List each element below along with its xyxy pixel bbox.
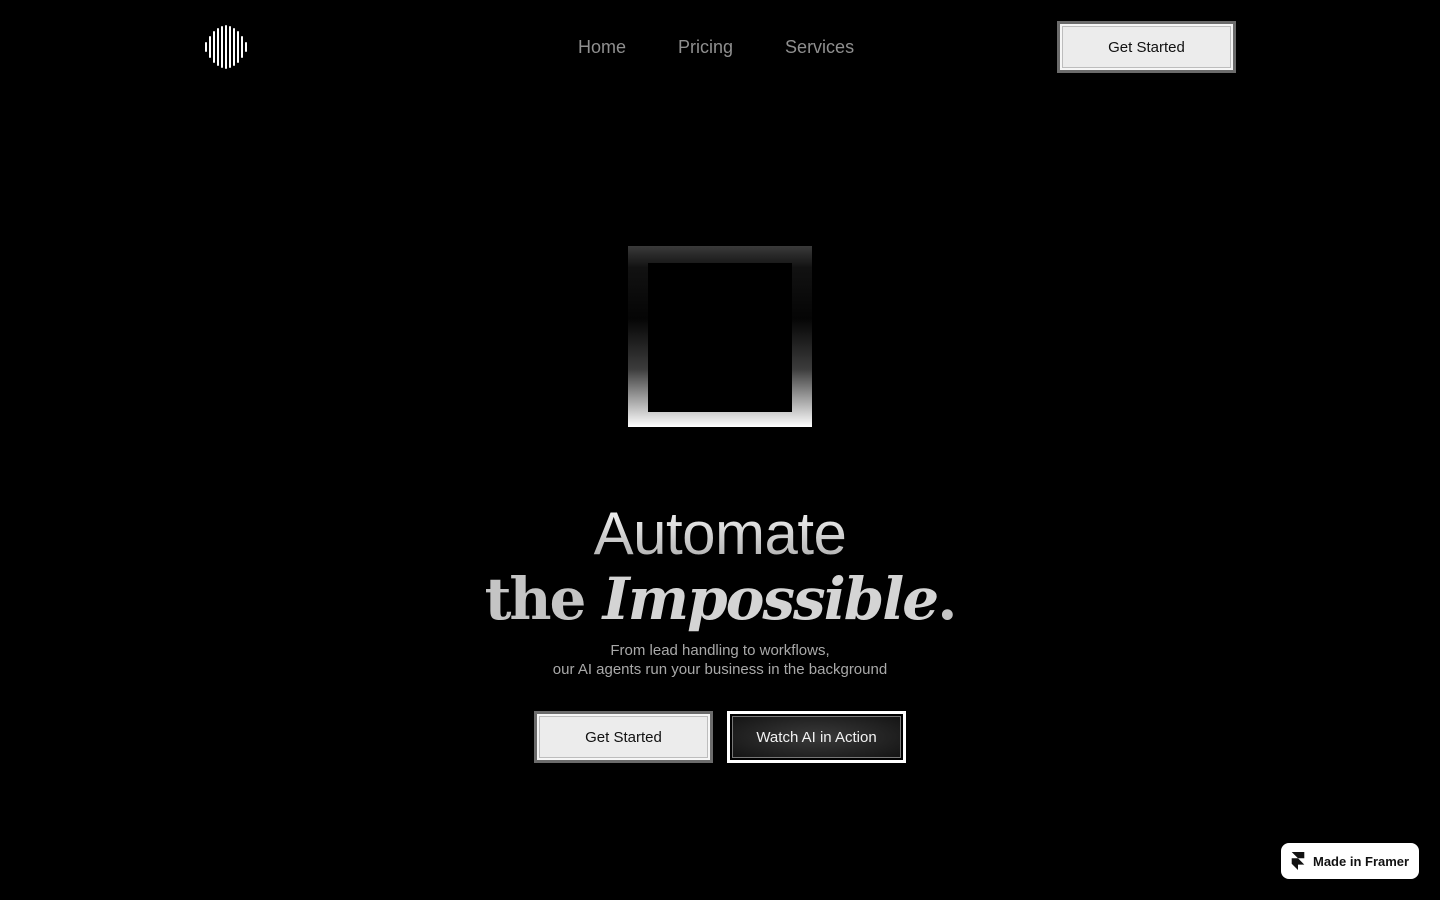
- hero-subtitle: From lead handling to workflows, our AI …: [0, 641, 1440, 679]
- hero-square-inner: [648, 263, 792, 412]
- main-nav: Home Pricing Services: [578, 36, 854, 58]
- soundwave-logo-icon[interactable]: [204, 25, 248, 69]
- badge-label: Made in Framer: [1313, 853, 1410, 869]
- headline-impossible-word: Impossible: [602, 565, 940, 633]
- header-get-started-button[interactable]: Get Started: [1057, 21, 1236, 73]
- hero-square-graphic: [628, 246, 812, 427]
- watch-ai-in-action-button[interactable]: Watch AI in Action: [727, 711, 906, 763]
- nav-services[interactable]: Services: [785, 36, 854, 58]
- headline-impossible: the Impossible.: [0, 566, 1440, 632]
- hero-subtitle-line1: From lead handling to workflows,: [610, 642, 830, 659]
- headline-period: .: [937, 565, 957, 633]
- hero-subtitle-line2: our AI agents run your business in the b…: [552, 661, 888, 678]
- headline-automate: Automate: [0, 500, 1440, 568]
- framer-logo-icon: [1291, 852, 1305, 870]
- page: Home Pricing Services Get Started Automa…: [0, 0, 1440, 900]
- headline-the: the: [484, 565, 587, 633]
- nav-pricing[interactable]: Pricing: [678, 36, 733, 58]
- made-in-framer-badge[interactable]: Made in Framer: [1281, 843, 1419, 879]
- hero-get-started-button[interactable]: Get Started: [534, 711, 713, 763]
- nav-home[interactable]: Home: [578, 36, 626, 58]
